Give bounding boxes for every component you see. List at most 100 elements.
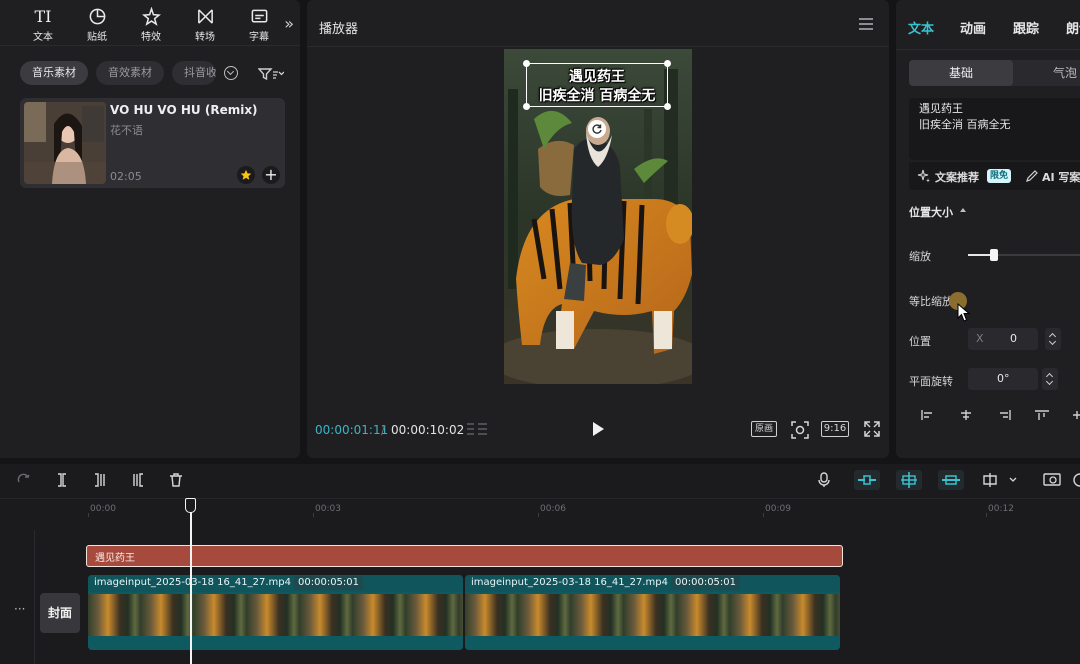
trim-right-icon[interactable] [130,472,146,488]
resize-handle-br[interactable] [664,103,671,110]
total-time: 00:00:10:02 [391,423,465,437]
ruler-tick [763,513,764,517]
linkage-button[interactable] [938,470,964,490]
position-x-stepper[interactable] [1045,328,1061,350]
microphone-icon[interactable] [816,472,832,488]
tool-transition[interactable]: 转场 [178,0,232,46]
tool-subtitle[interactable]: 字幕 [232,0,286,46]
text-content-field[interactable]: 遇见药王 旧疾全消 百病全无 [909,98,1080,160]
ruler-label-6: 00:06 [540,504,566,514]
snapshot-icon[interactable] [790,420,810,440]
ruler-label-0: 00:00 [90,504,116,514]
tool-sticker[interactable]: 贴纸 [70,0,124,46]
ruler-tick [986,513,987,517]
video-preview[interactable]: 遇见药王 旧疾全消 百病全无 [504,49,692,384]
preview-axis-icon[interactable] [982,472,1022,488]
position-x-value: 0 [1010,332,1017,345]
position-size-section-title[interactable]: 位置大小 [909,204,953,220]
tool-subtitle-label: 字幕 [249,32,269,43]
track-more-button[interactable]: ··· [14,602,25,616]
redo-icon[interactable] [16,472,32,488]
tab-animation[interactable]: 动画 [960,18,986,37]
sparkle-icon [917,169,930,183]
timeline-toolbar [0,464,1080,496]
caption-selection-box[interactable]: 遇见药王 旧疾全消 百病全无 [523,60,671,110]
tab-tracking[interactable]: 跟踪 [1013,18,1039,37]
video-clip-name: imageinput_2025-03-18 16_41_27.mp4 [94,577,291,588]
timecode-grid-icon[interactable] [465,421,489,439]
ruler-tick [538,513,539,517]
align-middle-icon[interactable] [1073,410,1080,420]
subtitle-icon [251,9,267,23]
music-artist: 花不语 [110,124,143,137]
transition-icon [197,9,213,24]
music-item-card[interactable]: VO HU VO HU (Remix) 花不语 02:05 + [20,98,285,188]
text-content-line-1: 遇见药王 [919,102,963,115]
inspector-panel: 文本 动画 跟踪 朗读 基础 气泡 遇见药王 旧疾全消 百病全无 文案推荐 限免… [896,0,1080,458]
video-thumbnail-strip [88,594,463,636]
zoom-fit-icon[interactable] [1043,472,1063,488]
uniform-scale-label: 等比缩放 [909,295,953,308]
text-track-clip[interactable]: 遇见药王 [86,545,843,567]
collapse-caret-icon[interactable] [960,208,966,212]
aspect-ratio-button[interactable]: 9:16 [821,421,849,437]
original-quality-button[interactable]: 原画 [751,421,777,437]
add-music-button[interactable]: + [262,166,280,184]
rotate-handle-icon[interactable] [588,120,606,138]
ruler-label-9: 00:09 [765,504,791,514]
effects-icon [141,7,161,26]
video-clip-audio-bar [88,636,463,650]
playhead-handle[interactable] [185,498,196,513]
filter-sort-icon[interactable] [258,66,284,82]
align-left-icon[interactable] [921,410,935,420]
chip-music[interactable]: 音乐素材 [20,61,88,85]
time-separator: / [381,423,386,437]
scale-label: 缩放 [909,250,931,263]
tab-text[interactable]: 文本 [908,18,934,37]
video-clip-duration: 00:00:05:01 [671,576,741,590]
video-clip-2[interactable]: imageinput_2025-03-18 16_41_27.mp4 00:00… [465,575,840,650]
subtab-basic[interactable]: 基础 [909,60,1013,86]
player-menu-icon[interactable] [859,18,873,30]
video-clip-duration: 00:00:05:01 [294,576,364,590]
auto-snap-button[interactable] [896,470,922,490]
rotation-stepper[interactable] [1042,368,1058,390]
rotation-field[interactable]: 0° [968,368,1038,390]
chip-sound-effects[interactable]: 音效素材 [96,61,164,85]
split-icon[interactable] [54,472,70,488]
media-category-chips: 音乐素材 音效素材 抖音收 [20,61,238,85]
main-track-magnet-button[interactable] [854,470,880,490]
chip-dropdown-icon[interactable] [224,66,238,80]
zoom-slider-icon[interactable] [1072,472,1080,488]
resize-handle-bl[interactable] [523,103,530,110]
align-top-icon[interactable] [1035,410,1049,420]
caption-line-1: 遇见药王 [569,69,625,85]
inspector-tabs: 文本 动画 跟踪 朗读 [896,0,1080,50]
trim-left-icon[interactable] [92,472,108,488]
time-ruler[interactable]: 00:00 00:03 00:06 00:09 00:12 [0,498,1080,518]
playhead-line[interactable] [190,512,192,664]
delete-icon[interactable] [168,472,184,488]
align-right-icon[interactable] [997,410,1011,420]
tool-effects-label: 特效 [141,32,161,43]
fullscreen-icon[interactable] [864,421,880,437]
ai-write-button[interactable]: AI 写案 [1042,169,1080,185]
resize-handle-tl[interactable] [523,60,530,67]
more-tools-icon[interactable]: » [284,14,294,33]
align-center-icon[interactable] [959,410,973,420]
ruler-tick [88,513,89,517]
subtab-bubble[interactable]: 气泡 [1053,60,1077,86]
cover-button[interactable]: 封面 [40,593,80,633]
tool-transition-label: 转场 [195,32,215,43]
play-icon[interactable] [590,420,606,438]
resize-handle-tr[interactable] [664,60,671,67]
copy-recommend-button[interactable]: 文案推荐 [935,169,979,185]
tool-text[interactable]: TI 文本 [16,0,70,46]
chip-douyin-favorites[interactable]: 抖音收 [172,61,216,85]
tab-read-aloud[interactable]: 朗读 [1066,18,1080,37]
tool-effects[interactable]: 特效 [124,0,178,46]
position-x-field[interactable]: X 0 [968,328,1038,350]
favorite-button[interactable] [237,166,255,184]
video-clip-1[interactable]: imageinput_2025-03-18 16_41_27.mp4 00:00… [88,575,463,650]
scale-slider-knob[interactable] [990,249,998,261]
